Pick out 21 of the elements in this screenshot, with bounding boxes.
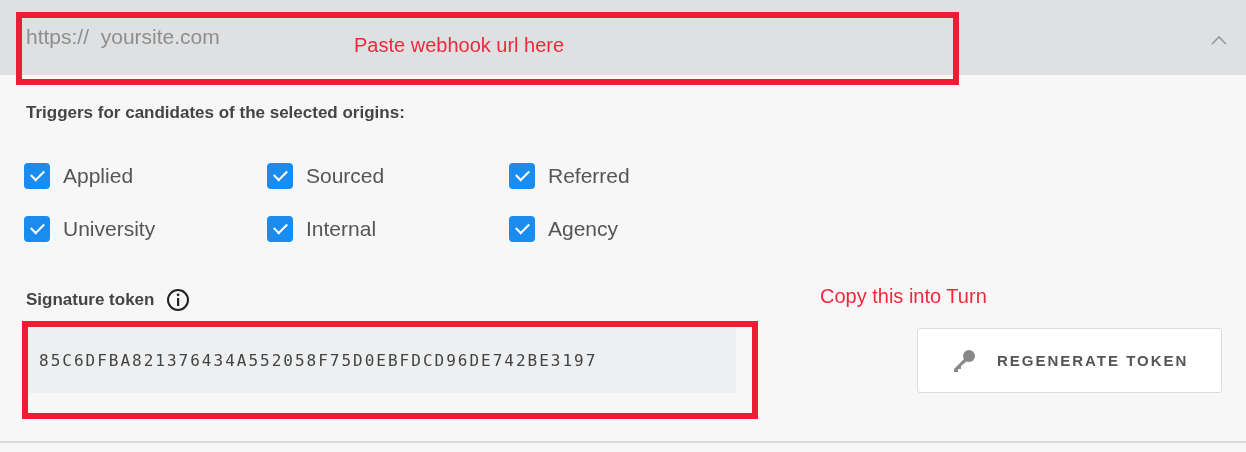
triggers-heading: Triggers for candidates of the selected origins: [26,103,406,123]
signature-token-label: Signature token [26,290,155,310]
checkbox-label: Internal [306,217,377,241]
checkbox-label: Agency [548,217,619,241]
annotation-note: Copy this into Turn [820,285,987,308]
info-icon[interactable] [166,288,191,312]
checkbox-label: University [63,217,156,241]
token-value: 85C6DFBA821376434A552058F75D0EBFDCD96DE742BE3197 [28,328,737,393]
checkbox[interactable] [509,163,535,189]
checkbox-label: Applied [63,164,134,188]
webhook-url-field[interactable]: https:// yoursite.com [26,22,326,52]
checkbox-label: Sourced [306,164,385,188]
checkbox[interactable] [24,216,50,242]
chevron-icon[interactable] [1210,34,1228,46]
regenerate-token-button[interactable]: REGENERATE TOKEN [917,328,1222,393]
checkbox[interactable] [267,216,293,242]
annotation-note: Paste webhook url here [354,34,565,57]
checkbox-label: Referred [548,164,630,188]
checkbox[interactable] [509,216,535,242]
checkbox[interactable] [24,163,50,189]
checkbox[interactable] [267,163,293,189]
